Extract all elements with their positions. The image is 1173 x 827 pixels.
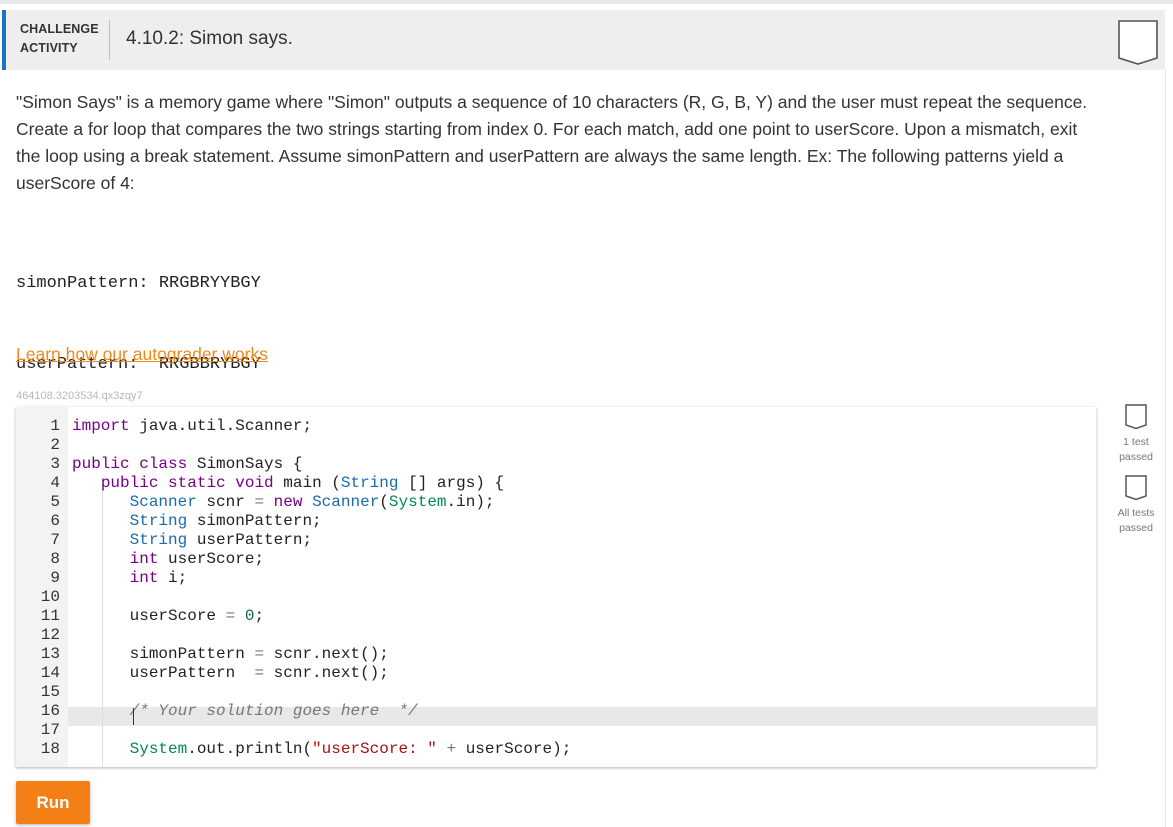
line-number: 6	[50, 512, 60, 530]
line-number: 17	[40, 721, 60, 739]
header-accent-bar	[2, 10, 6, 70]
example-patterns: simonPattern: RRGBRYYBGY userPattern: RR…	[16, 216, 261, 405]
code-line[interactable]: public class SimonSays {	[72, 455, 302, 474]
code-line[interactable]: System.out.println("userScore: " + userS…	[72, 740, 572, 759]
code-line[interactable]: /* Your solution goes here */	[72, 702, 418, 721]
line-number: 8	[50, 550, 60, 568]
line-number: 12	[40, 626, 60, 644]
activity-id: 464108.3203534.qx3zqy7	[16, 390, 143, 402]
line-number: 13	[40, 645, 60, 663]
line-number: 9	[50, 569, 60, 587]
test-status-label: passed	[1119, 451, 1153, 463]
category-line-1: CHALLENGE	[20, 22, 99, 36]
header-divider	[109, 20, 110, 60]
autograder-link[interactable]: Learn how our autograder works	[16, 344, 268, 365]
line-number: 10	[40, 588, 60, 606]
shield-outline-icon	[1125, 404, 1147, 430]
code-line[interactable]: simonPattern = scnr.next();	[72, 645, 389, 664]
problem-description: "Simon Says" is a memory game where "Sim…	[16, 92, 1088, 193]
line-number: 16	[40, 702, 60, 720]
code-line[interactable]: String simonPattern;	[72, 512, 322, 531]
activity-category: CHALLENGE ACTIVITY	[20, 20, 99, 58]
test-status-2: All tests passed	[1112, 474, 1160, 536]
line-number: 2	[50, 436, 60, 454]
code-line[interactable]: import java.util.Scanner;	[72, 417, 312, 436]
line-number: 15	[40, 683, 60, 701]
code-editor[interactable]: 1 2 3 4 5 6 7 8 9 10 11 12 13 14 15 16 1…	[16, 407, 1096, 767]
activity-title: 4.10.2: Simon says.	[126, 28, 293, 49]
test-status-label: All tests	[1117, 507, 1155, 519]
completion-shield-icon	[1117, 19, 1159, 70]
test-status-label: passed	[1119, 522, 1153, 534]
page-right-border	[1165, 70, 1166, 827]
line-number: 1	[50, 417, 60, 435]
code-line[interactable]: String userPattern;	[72, 531, 312, 550]
code-line[interactable]: public static void main (String [] args)…	[72, 474, 504, 493]
line-number: 7	[50, 531, 60, 549]
activity-header: CHALLENGE ACTIVITY 4.10.2: Simon says.	[2, 10, 1165, 70]
line-number: 18	[40, 740, 60, 758]
code-line[interactable]: userPattern = scnr.next();	[72, 664, 389, 683]
example-simon-pattern: simonPattern: RRGBRYYBGY	[16, 274, 261, 293]
code-line[interactable]: int i;	[72, 569, 188, 588]
code-line[interactable]: Scanner scnr = new Scanner(System.in);	[72, 493, 495, 512]
line-number: 3	[50, 455, 60, 473]
top-border	[0, 0, 1173, 4]
test-status-label: 1 test	[1123, 436, 1149, 448]
code-line[interactable]: int userScore;	[72, 550, 264, 569]
line-number: 4	[50, 474, 60, 492]
shield-outline-icon	[1125, 475, 1147, 501]
text-cursor	[133, 708, 134, 725]
category-line-2: ACTIVITY	[20, 41, 78, 55]
run-button[interactable]: Run	[16, 781, 90, 824]
test-status-1: 1 test passed	[1112, 403, 1160, 465]
line-number: 14	[40, 664, 60, 682]
code-line[interactable]: userScore = 0;	[72, 607, 264, 626]
line-number: 5	[50, 493, 60, 511]
line-number: 11	[40, 607, 60, 625]
